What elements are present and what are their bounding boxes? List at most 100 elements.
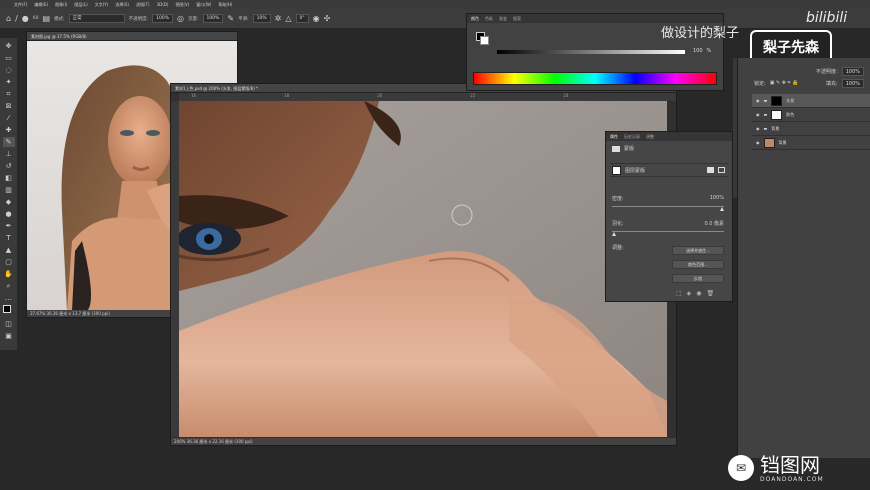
- type-tool-icon[interactable]: T: [3, 233, 15, 243]
- color-spectrum[interactable]: [473, 72, 717, 85]
- vertical-ruler: [171, 101, 179, 437]
- more-tools-icon[interactable]: …: [3, 293, 15, 303]
- foreground-color-swatch[interactable]: [2, 305, 11, 313]
- mode-select[interactable]: 正常: [68, 14, 125, 23]
- smoothing-input[interactable]: 10%: [252, 14, 271, 23]
- menu-file[interactable]: 文件(F): [14, 2, 27, 8]
- layer-row-hair[interactable]: ◉ ▬ 头发: [752, 94, 870, 108]
- home-icon[interactable]: ⌂: [6, 14, 11, 23]
- gradient-tool-icon[interactable]: ▥: [3, 185, 15, 195]
- move-tool-icon[interactable]: ✥: [3, 41, 15, 51]
- pixel-mask-icon[interactable]: [707, 167, 714, 173]
- eyedropper-tool-icon[interactable]: ⁄: [3, 113, 15, 123]
- layer-row-group[interactable]: ◉ ▬ 背景: [752, 122, 870, 136]
- eye-icon[interactable]: ◉: [756, 112, 760, 117]
- crop-tool-icon[interactable]: ⌗: [3, 89, 15, 99]
- layer-mask-thumb[interactable]: [612, 165, 621, 175]
- pressure-opacity-icon[interactable]: ◎: [177, 14, 184, 23]
- feather-slider[interactable]: [612, 231, 724, 232]
- screen-mode-icon[interactable]: ▣: [3, 331, 15, 341]
- vector-mask-icon[interactable]: [718, 167, 725, 173]
- menu-filter[interactable]: 滤镜(T): [136, 2, 150, 8]
- pressure-size-icon[interactable]: ◉: [313, 14, 320, 23]
- brush-tool-icon[interactable]: /: [15, 14, 18, 23]
- document-tab[interactable]: 素材图.jpg @ 37.5% (RGB/8): [27, 32, 237, 41]
- symmetry-icon[interactable]: ✣: [324, 14, 331, 23]
- layer-row-background[interactable]: ◉ 背景: [752, 136, 870, 150]
- layer-name: 背景: [778, 139, 787, 145]
- smoothing-settings-icon[interactable]: ✲: [275, 14, 282, 23]
- dodge-tool-icon[interactable]: ●: [3, 209, 15, 219]
- menu-edit[interactable]: 编辑(E): [34, 2, 48, 8]
- shape-tool-icon[interactable]: ▢: [3, 257, 15, 267]
- brightness-value[interactable]: 100: [693, 48, 703, 54]
- brush-settings-icon[interactable]: ▤: [43, 14, 51, 23]
- folder-icon: ▬: [763, 112, 768, 117]
- flow-input[interactable]: 100%: [202, 14, 224, 23]
- tab-swatches[interactable]: 色板: [485, 14, 493, 23]
- eye-icon[interactable]: ◉: [756, 140, 760, 145]
- menu-3d[interactable]: 3D(D): [157, 2, 169, 7]
- menu-view[interactable]: 视图(V): [175, 2, 189, 8]
- lasso-tool-icon[interactable]: ◌: [3, 65, 15, 75]
- layer-opacity-input[interactable]: 100%: [841, 66, 864, 76]
- pen-tool-icon[interactable]: ✒: [3, 221, 15, 231]
- path-select-tool-icon[interactable]: ▲: [3, 245, 15, 255]
- eye-icon[interactable]: ◉: [756, 126, 760, 131]
- visibility-icon[interactable]: ◉: [696, 290, 701, 297]
- ruler-mark: 22: [470, 93, 476, 98]
- invert-button[interactable]: 反相: [672, 274, 724, 283]
- quick-select-tool-icon[interactable]: ✦: [3, 77, 15, 87]
- tab-color[interactable]: 颜色: [471, 14, 479, 23]
- blur-tool-icon[interactable]: ◆: [3, 197, 15, 207]
- document-window-main: 素材1上色.psd @ 200% (头发, 图层蒙版/8) * 16 18 20…: [170, 83, 677, 446]
- tab-gradients[interactable]: 渐变: [499, 14, 507, 23]
- menu-window[interactable]: 窗口(W): [196, 2, 211, 8]
- brush-preset-icon[interactable]: ●: [22, 14, 29, 23]
- menu-image[interactable]: 图像(I): [55, 2, 67, 8]
- tab-history[interactable]: 历史记录: [624, 132, 640, 141]
- density-value[interactable]: 100%: [710, 195, 724, 202]
- density-slider[interactable]: [612, 206, 724, 207]
- feather-value[interactable]: 0.0 像素: [704, 220, 724, 227]
- quick-mask-icon[interactable]: ◫: [3, 319, 15, 329]
- clone-stamp-tool-icon[interactable]: ⊥: [3, 149, 15, 159]
- delete-icon[interactable]: 🗑: [707, 290, 715, 297]
- eye-icon[interactable]: ◉: [756, 98, 760, 103]
- angle-icon[interactable]: △: [285, 14, 291, 23]
- marquee-tool-icon[interactable]: ▭: [3, 53, 15, 63]
- eraser-tool-icon[interactable]: ◧: [3, 173, 15, 183]
- apply-mask-icon[interactable]: ◈: [687, 290, 692, 297]
- fill-input[interactable]: 100%: [841, 78, 864, 88]
- layer-mask-thumbnail[interactable]: [771, 109, 783, 120]
- lock-icons[interactable]: ▣ ✎ ✥ ⌗ 🔒: [770, 80, 799, 86]
- menu-type[interactable]: 文字(Y): [95, 2, 109, 8]
- hand-tool-icon[interactable]: ✋: [3, 269, 15, 279]
- healing-tool-icon[interactable]: ✚: [3, 125, 15, 135]
- select-and-mask-button[interactable]: 选择并遮住...: [672, 246, 724, 255]
- opacity-input[interactable]: 100%: [152, 14, 173, 23]
- background-chip[interactable]: [480, 36, 489, 45]
- layer-mask-thumbnail[interactable]: [771, 95, 783, 106]
- tab-adjustments[interactable]: 调整: [646, 132, 654, 141]
- feather-slider-thumb[interactable]: [612, 232, 616, 236]
- menu-select[interactable]: 选择(S): [115, 2, 129, 8]
- menu-help[interactable]: 帮助(H): [218, 2, 232, 8]
- density-slider-thumb[interactable]: [720, 207, 724, 211]
- history-brush-tool-icon[interactable]: ↺: [3, 161, 15, 171]
- tab-patterns[interactable]: 图案: [513, 14, 521, 23]
- frame-tool-icon[interactable]: ⊠: [3, 101, 15, 111]
- tab-properties[interactable]: 属性: [610, 132, 618, 141]
- load-selection-icon[interactable]: ⬚: [676, 290, 682, 297]
- canvas-main[interactable]: [179, 101, 667, 437]
- color-range-button[interactable]: 颜色范围...: [672, 260, 724, 269]
- angle-input[interactable]: 0°: [295, 14, 309, 23]
- folder-icon: ▬: [763, 126, 768, 131]
- color-swatches[interactable]: [2, 305, 15, 317]
- layer-row-skin[interactable]: ◉ ▬ 肤色: [752, 108, 870, 122]
- brush-tool-icon-active[interactable]: ✎: [2, 137, 15, 147]
- zoom-tool-icon[interactable]: ⌕: [3, 281, 15, 291]
- brightness-slider[interactable]: [497, 50, 685, 54]
- menu-layer[interactable]: 图层(L): [74, 2, 87, 8]
- airbrush-icon[interactable]: ✎: [227, 14, 234, 23]
